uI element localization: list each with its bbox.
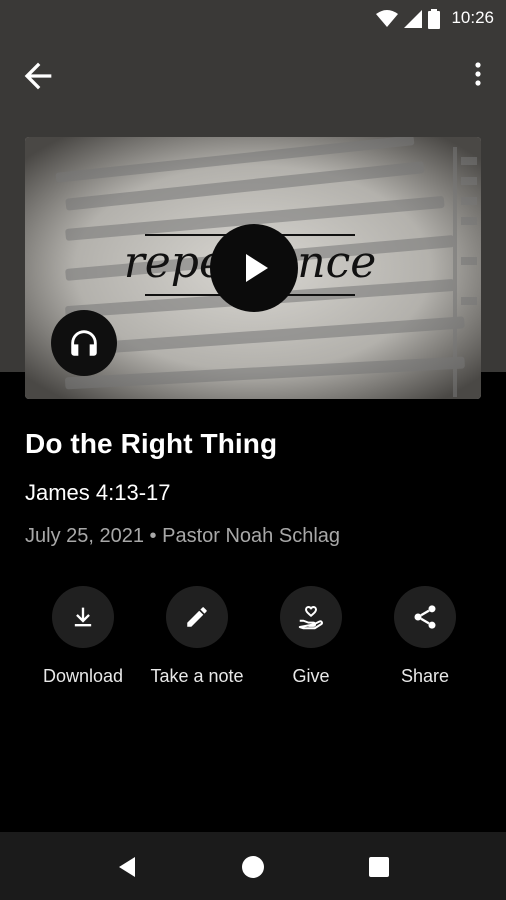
nav-home-button[interactable]: [238, 852, 268, 882]
give-circle[interactable]: [280, 586, 342, 648]
sermon-date: July 25, 2021: [25, 525, 144, 547]
nav-back-button[interactable]: [112, 852, 142, 882]
system-nav-bar: [0, 832, 506, 900]
share-button[interactable]: Share: [365, 586, 485, 687]
sermon-thumbnail[interactable]: repentance: [25, 137, 481, 399]
download-button[interactable]: Download: [23, 586, 143, 687]
take-note-circle[interactable]: [166, 586, 228, 648]
action-row: Download Take a note Give Share: [0, 586, 506, 696]
headphones-icon: [71, 330, 97, 356]
status-icons: [376, 9, 440, 29]
scripture-reference: James 4:13-17: [25, 480, 171, 505]
give-heart-hand-icon: [298, 605, 323, 630]
play-button[interactable]: [210, 224, 298, 312]
meta-separator: •: [149, 525, 157, 547]
play-icon: [246, 254, 268, 282]
arrow-back-icon: [24, 62, 52, 90]
nav-recents-icon: [369, 857, 389, 877]
signal-icon: [404, 10, 422, 28]
download-label: Download: [42, 666, 124, 686]
app-bar: [0, 36, 506, 112]
battery-icon: [428, 9, 440, 29]
back-button[interactable]: [18, 56, 58, 96]
sermon-title: Do the Right Thing: [25, 428, 278, 459]
wifi-icon: [376, 10, 398, 27]
download-icon: [74, 607, 92, 627]
take-note-label: Take a note: [150, 666, 244, 686]
nav-recents-button[interactable]: [364, 852, 394, 882]
nav-back-icon: [119, 857, 135, 877]
share-icon: [414, 605, 436, 629]
share-circle[interactable]: [394, 586, 456, 648]
sermon-meta: July 25, 2021 • Pastor Noah Schlag: [25, 525, 340, 548]
nav-home-icon: [242, 856, 264, 878]
download-circle[interactable]: [52, 586, 114, 648]
audio-button[interactable]: [51, 310, 117, 376]
pencil-icon: [187, 607, 207, 627]
give-label: Give: [292, 666, 330, 686]
give-button[interactable]: Give: [251, 586, 371, 687]
take-note-button[interactable]: Take a note: [137, 586, 257, 687]
more-vert-icon: [475, 62, 481, 86]
more-options-button[interactable]: [454, 56, 494, 96]
status-bar: 10:26: [0, 0, 506, 36]
sermon-speaker: Pastor Noah Schlag: [162, 525, 341, 547]
status-time: 10:26: [451, 8, 494, 27]
share-label: Share: [400, 666, 450, 686]
